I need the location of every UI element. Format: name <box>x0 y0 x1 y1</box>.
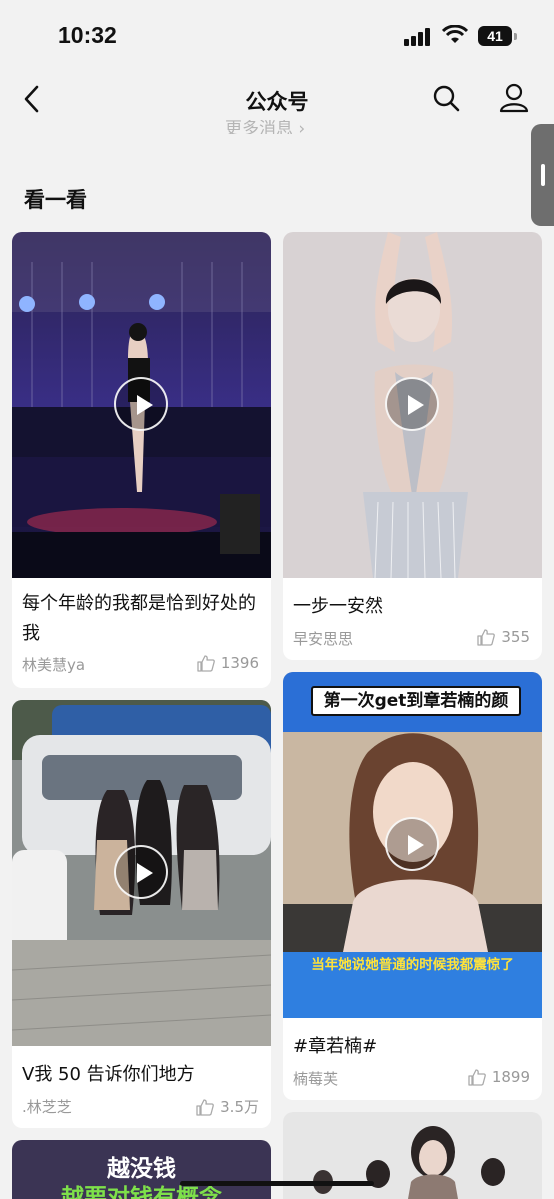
thumbs-up-icon <box>468 1069 486 1086</box>
play-button-icon[interactable] <box>114 845 168 899</box>
card-title: 每个年龄的我都是恰到好处的我 <box>22 593 256 644</box>
card-title: 一步一安然 <box>293 596 383 617</box>
battery-icon: 41 <box>478 26 517 46</box>
card-author: 楠莓芙 <box>293 1070 339 1088</box>
more-messages-link[interactable]: 更多消息 › <box>225 120 305 134</box>
status-time: 10:32 <box>58 22 117 48</box>
thumbs-up-icon <box>477 629 496 646</box>
article-card[interactable]: 一步一安然 早安思思 355 <box>283 232 542 660</box>
thumbs-up-icon <box>197 655 215 672</box>
cellular-signal-icon <box>404 28 434 46</box>
video-caption-bottom: 当年她说她普通的时候我都震惊了 <box>311 957 514 973</box>
card-title: #章若楠# <box>293 1036 378 1057</box>
play-button-icon[interactable] <box>385 377 439 431</box>
video-caption-top: 第一次get到章若楠的颜 <box>311 686 521 716</box>
like-count[interactable]: 1899 <box>468 1068 530 1086</box>
article-card[interactable]: V我 50 告诉你们地方 .林芝芝 3.5万 <box>12 700 271 1128</box>
home-indicator <box>180 1181 374 1186</box>
floating-side-handle[interactable] <box>531 124 554 226</box>
play-button-icon[interactable] <box>114 377 168 431</box>
article-card[interactable]: 第一次get到章若楠的颜 当年她说她普通的时候我都震惊了 #章若楠# 楠莓芙 1… <box>283 672 542 1100</box>
page-title: 公众号 <box>245 90 309 114</box>
wifi-icon <box>442 25 468 43</box>
card-title: V我 50 告诉你们地方 <box>22 1064 195 1085</box>
status-bar: 10:32 41 <box>0 0 554 72</box>
section-title: 看一看 <box>24 188 87 212</box>
like-count[interactable]: 3.5万 <box>196 1096 259 1117</box>
card-author: 早安思思 <box>293 630 354 648</box>
like-count[interactable]: 1396 <box>197 654 259 672</box>
thumbs-up-icon <box>196 1098 214 1116</box>
profile-icon[interactable] <box>498 82 530 114</box>
article-card[interactable]: 越没钱 越要对钱有概念 <box>12 1140 271 1199</box>
card-author: .林芝芝 <box>22 1098 72 1116</box>
play-button-icon[interactable] <box>385 817 439 871</box>
article-card[interactable]: 每个年龄的我都是恰到好处的我 林美慧ya 1396 <box>12 232 271 688</box>
card-author: 林美慧ya <box>22 656 86 674</box>
like-count[interactable]: 355 <box>477 628 530 646</box>
search-icon[interactable] <box>432 84 462 114</box>
